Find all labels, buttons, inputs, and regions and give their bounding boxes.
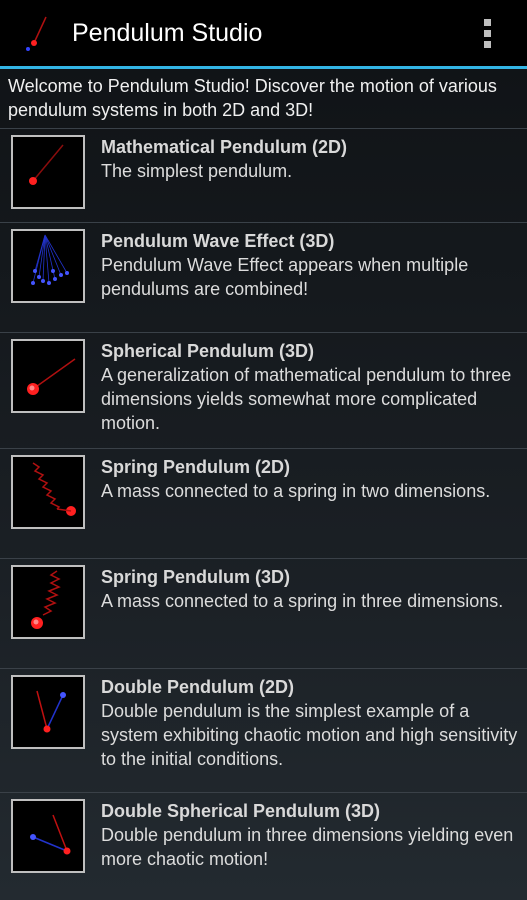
item-description: A generalization of mathematical pendulu… — [101, 365, 512, 433]
item-title: Double Spherical Pendulum (3D) — [101, 801, 381, 821]
item-description: The simplest pendulum. — [101, 161, 293, 181]
list-item-double-pendulum[interactable]: Double Pendulum (2D) Double pendulum is … — [0, 668, 527, 792]
mathematical-pendulum-thumbnail — [11, 135, 85, 209]
list-item-double-spherical-pendulum[interactable]: Double Spherical Pendulum (3D) Double pe… — [0, 792, 527, 892]
action-bar: Pendulum Studio — [0, 0, 527, 69]
item-description: A mass connected to a spring in three di… — [101, 591, 504, 611]
item-title: Spring Pendulum (3D) — [101, 567, 290, 587]
item-description: Double pendulum is the simplest example … — [101, 701, 518, 769]
pendulum-wave-thumbnail — [11, 229, 85, 303]
spherical-pendulum-thumbnail — [11, 339, 85, 413]
item-description: A mass connected to a spring in two dime… — [101, 481, 491, 501]
list-item-pendulum-wave[interactable]: Pendulum Wave Effect (3D) Pendulum Wave … — [0, 222, 527, 332]
item-title: Spherical Pendulum (3D) — [101, 341, 315, 361]
app-title: Pendulum Studio — [72, 18, 263, 47]
intro-text: Welcome to Pendulum Studio! Discover the… — [8, 76, 497, 120]
list-item-spring-pendulum-3d[interactable]: Spring Pendulum (3D) A mass connected to… — [0, 558, 527, 668]
double-pendulum-thumbnail — [11, 675, 85, 749]
app-logo-icon — [26, 16, 47, 51]
list-item-spring-pendulum-2d[interactable]: Spring Pendulum (2D) A mass connected to… — [0, 448, 527, 558]
list-item-spherical-pendulum[interactable]: Spherical Pendulum (3D) A generalization… — [0, 332, 527, 448]
item-title: Double Pendulum (2D) — [101, 677, 294, 697]
item-description: Pendulum Wave Effect appears when multip… — [101, 255, 469, 299]
spring-pendulum-2d-thumbnail — [11, 455, 85, 529]
item-title: Spring Pendulum (2D) — [101, 457, 290, 477]
item-title: Mathematical Pendulum (2D) — [101, 137, 348, 157]
spring-pendulum-3d-thumbnail — [11, 565, 85, 639]
double-spherical-pendulum-thumbnail — [11, 799, 85, 873]
pendulum-list: Mathematical Pendulum (2D) The simplest … — [0, 128, 527, 892]
item-description: Double pendulum in three dimensions yiel… — [101, 825, 514, 869]
list-item-mathematical-pendulum[interactable]: Mathematical Pendulum (2D) The simplest … — [0, 128, 527, 222]
overflow-menu-icon[interactable] — [467, 13, 507, 53]
item-title: Pendulum Wave Effect (3D) — [101, 231, 335, 251]
